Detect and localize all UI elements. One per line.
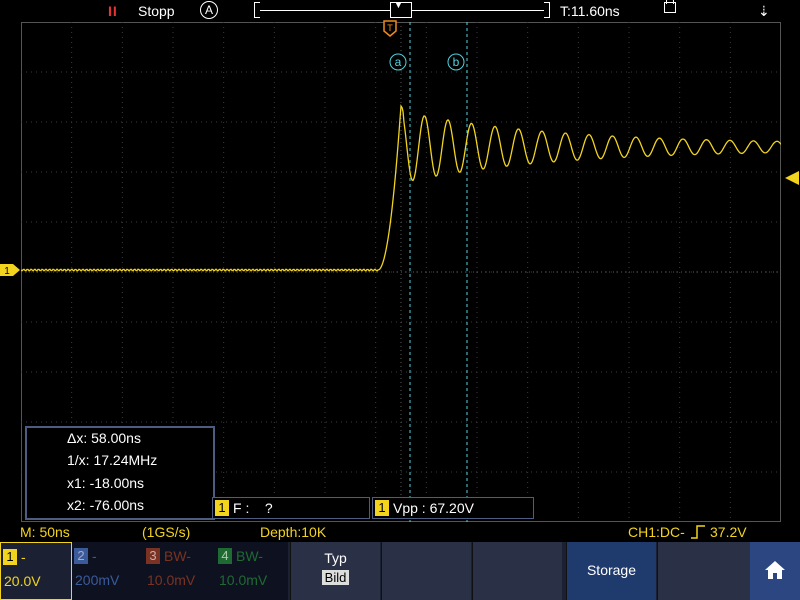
ch2-coupling: -	[92, 548, 97, 564]
ch2-button[interactable]: 2 - 200mV	[72, 542, 144, 600]
memory-timeline: ▼	[254, 0, 550, 18]
sample-rate: (1GS/s)	[142, 524, 191, 540]
cursor-readout-panel: Δx: 58.00ns 1/x: 17.24MHz x1: -18.00ns x…	[25, 426, 215, 520]
run-state: Stopp	[138, 3, 175, 19]
type-button[interactable]: Typ Bild	[290, 542, 380, 600]
cursor-a-label[interactable]: a	[389, 53, 409, 73]
svg-text:1: 1	[4, 266, 10, 277]
home-icon	[765, 561, 785, 579]
top-status-bar: II Stopp A ▼ T:11.60ns ⇣	[0, 0, 800, 22]
memory-depth: Depth:10K	[260, 524, 327, 540]
trigger-level: 37.2V	[710, 524, 747, 540]
acquisition-mode-icon: A	[200, 1, 218, 19]
menu-slot-2[interactable]	[381, 542, 471, 600]
storage-label: Storage	[586, 562, 637, 578]
x2-readout: x2: -76.00ns	[67, 497, 145, 513]
svg-text:a: a	[395, 55, 402, 69]
menu-slot-5[interactable]	[657, 542, 750, 600]
ch3-scale: 10.0mV	[147, 572, 196, 588]
x1-readout: x1: -18.00ns	[67, 475, 145, 491]
ch2-scale: 200mV	[75, 572, 120, 588]
lock-icon	[664, 0, 676, 13]
trigger-level-marker[interactable]	[784, 170, 800, 186]
timeline-right-bracket	[544, 2, 550, 18]
vpp-channel-badge: 1	[375, 500, 389, 516]
rising-edge-icon	[691, 524, 705, 544]
acquisition-status-bar: M: 50ns (1GS/s) Depth:10K CH1:DC- 37.2V	[0, 522, 800, 542]
type-label: Typ	[324, 550, 347, 566]
frequency-measurement: 1F : ?	[212, 497, 370, 519]
frequency-channel-badge: 1	[215, 500, 229, 516]
ch3-number: 3	[146, 548, 160, 564]
usb-icon: ⇣	[758, 3, 770, 19]
ch1-offset-marker[interactable]: 1	[0, 263, 21, 277]
ch4-button[interactable]: 4 BW- 10.0mV	[216, 542, 288, 600]
trigger-time: T:11.60ns	[560, 3, 620, 19]
ch1-number: 1	[3, 549, 17, 565]
svg-text:b: b	[453, 55, 460, 69]
ch1-button[interactable]: 1 - 20.0V	[0, 542, 72, 600]
delta-x-readout: Δx: 58.00ns	[67, 430, 141, 446]
timebase: M: 50ns	[20, 524, 70, 540]
ch3-bandwidth: BW-	[164, 548, 191, 564]
menu-slot-3[interactable]	[472, 542, 562, 600]
ch2-number: 2	[74, 548, 88, 564]
inverse-delta-x-readout: 1/x: 17.24MHz	[67, 452, 158, 468]
trigger-position-marker[interactable]: T	[383, 20, 399, 38]
pause-icon[interactable]: II	[108, 2, 118, 20]
vpp-measurement: 1 Vpp : 67.20V	[372, 497, 534, 519]
ch3-button[interactable]: 3 BW- 10.0mV	[144, 542, 216, 600]
ch1-scale: 20.0V	[4, 573, 41, 589]
type-value: Bild	[321, 570, 350, 585]
trigger-source: CH1:DC-	[628, 524, 685, 540]
storage-button[interactable]: Storage	[566, 542, 656, 600]
vpp-value: Vpp : 67.20V	[393, 500, 474, 516]
bottom-menu-bar: 1 - 20.0V 2 - 200mV 3 BW- 10.0mV 4 BW- 1…	[0, 542, 800, 600]
ch4-number: 4	[218, 548, 232, 564]
ch1-coupling: -	[21, 549, 26, 565]
timeline-trigger-marker-icon: ▼	[394, 0, 403, 10]
ch4-bandwidth: BW-	[236, 548, 263, 564]
trigger-marker-label: T	[387, 23, 393, 33]
ch4-scale: 10.0mV	[219, 572, 268, 588]
frequency-value: F : ?	[233, 500, 273, 516]
cursor-b-label[interactable]: b	[447, 53, 467, 73]
home-button[interactable]	[750, 542, 800, 600]
